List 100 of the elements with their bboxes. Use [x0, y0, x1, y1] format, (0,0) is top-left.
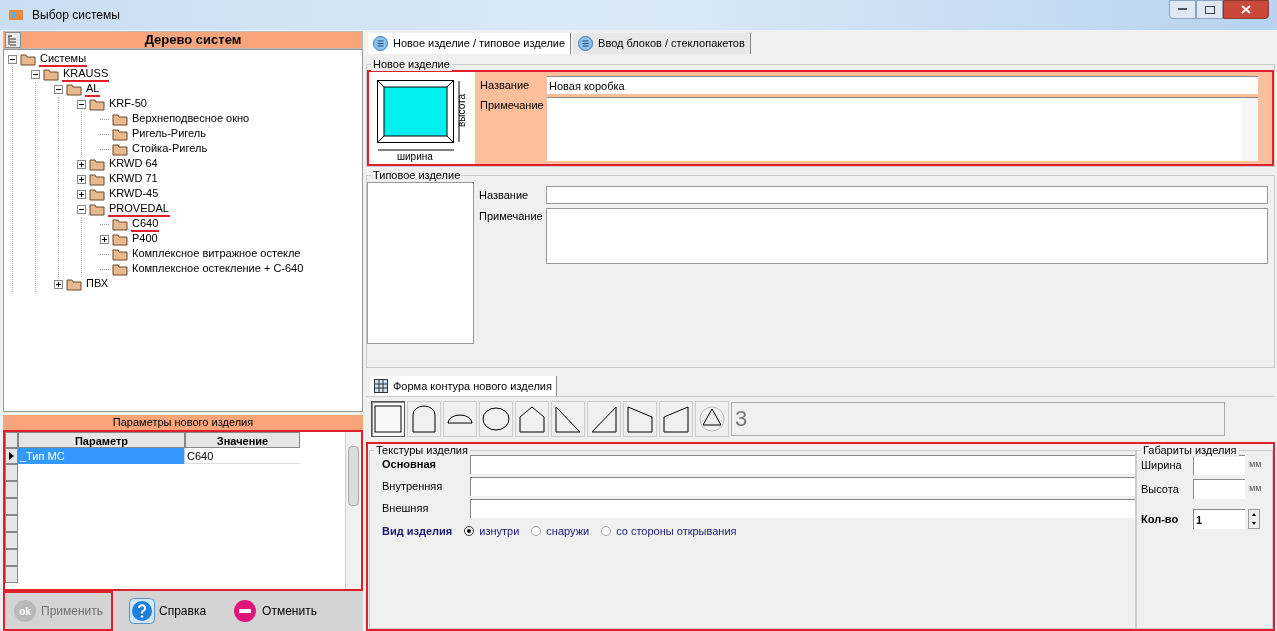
tree-settings-icon[interactable] — [5, 32, 21, 48]
row-header[interactable] — [5, 448, 18, 464]
field-label: Примечание — [479, 98, 545, 113]
folder-icon — [89, 173, 105, 186]
cancel-icon — [232, 598, 259, 624]
tree-item[interactable]: KRAUSS — [62, 67, 110, 82]
field-label: Название — [478, 187, 530, 203]
name-field[interactable] — [546, 186, 1268, 204]
field-label: Внешняя — [381, 501, 430, 517]
quantity-field[interactable]: 1 — [1193, 509, 1245, 529]
shape-icon — [554, 404, 582, 433]
spin-button[interactable] — [1248, 509, 1260, 529]
tree-item[interactable]: KRWD 64 — [108, 157, 159, 172]
dimension-field[interactable] — [1193, 455, 1245, 475]
shape-count-field[interactable]: 3 — [731, 401, 1225, 436]
tree-item[interactable]: PROVEDAL — [108, 202, 170, 217]
tree-item[interactable]: Ригель-Ригель — [131, 127, 207, 142]
expand-toggle[interactable] — [100, 235, 109, 244]
collapse-toggle[interactable] — [8, 55, 17, 64]
minus-icon — [78, 206, 85, 213]
expand-toggle[interactable] — [77, 175, 86, 184]
shape-button[interactable] — [371, 400, 405, 437]
minus-icon — [32, 71, 39, 78]
radio-button[interactable] — [601, 526, 612, 536]
shape-icon — [662, 404, 690, 433]
shape-icon — [374, 404, 402, 433]
radio-label[interactable]: изнутри — [479, 522, 520, 540]
unit-label: мм — [1249, 482, 1262, 496]
collapse-toggle[interactable] — [77, 205, 86, 214]
tree-item[interactable]: Комплексное витражное остекле — [131, 247, 302, 262]
tab[interactable]: Новое изделие / типовое изделие — [368, 33, 572, 54]
radio-button[interactable] — [464, 526, 475, 536]
field-label: Название — [479, 77, 531, 93]
collapse-toggle[interactable] — [31, 70, 40, 79]
texture-field[interactable] — [470, 455, 1135, 474]
tree-item[interactable]: Верхнеподвесное окно — [131, 112, 251, 127]
folder-icon — [89, 203, 105, 216]
scrollbar[interactable] — [345, 432, 361, 589]
scrollbar[interactable] — [1242, 98, 1258, 161]
tree-item[interactable]: Системы — [39, 52, 88, 67]
maximize-icon — [1204, 5, 1215, 14]
texture-field[interactable] — [470, 499, 1135, 518]
ok-icon: ok — [13, 599, 37, 623]
shape-icon — [626, 404, 654, 433]
folder-icon — [112, 233, 128, 246]
shape-icon — [482, 404, 510, 433]
list-icon — [578, 36, 594, 51]
radio-button[interactable] — [531, 526, 542, 536]
tree-item[interactable]: P400 — [131, 232, 159, 247]
collapse-toggle[interactable] — [54, 85, 63, 94]
tree-item[interactable]: KRWD-45 — [108, 187, 160, 202]
tree-item[interactable]: KRF-50 — [108, 97, 148, 112]
column-header[interactable]: Параметр — [18, 432, 185, 448]
collapse-toggle[interactable] — [77, 100, 86, 109]
tree-item[interactable]: ПВХ — [85, 277, 110, 292]
folder-icon — [89, 188, 105, 201]
field-label: Высота — [1141, 481, 1180, 497]
grid-icon — [374, 379, 388, 393]
tree-title: Дерево систем — [143, 31, 243, 50]
tab[interactable]: Ввод блоков / стеклопакетов — [573, 33, 751, 54]
action-button[interactable]: Отменить — [222, 591, 327, 631]
minus-icon — [55, 86, 62, 93]
expand-toggle[interactable] — [77, 160, 86, 169]
shape-icon — [698, 404, 726, 433]
folder-icon — [89, 98, 105, 111]
unit-label: мм — [1249, 458, 1262, 472]
tree-item[interactable]: KRWD 71 — [108, 172, 159, 187]
close-icon — [1241, 5, 1251, 14]
height-label: высота — [457, 94, 467, 127]
expand-toggle[interactable] — [77, 190, 86, 199]
radio-label[interactable]: снаружи — [546, 522, 590, 540]
minimize-button[interactable] — [1169, 0, 1196, 19]
folder-icon — [20, 53, 36, 66]
note-field[interactable] — [546, 208, 1268, 264]
dimension-field[interactable] — [1193, 479, 1245, 499]
tree-item[interactable]: AL — [85, 82, 101, 97]
corner-cell — [5, 432, 18, 448]
minimize-icon — [1178, 8, 1187, 11]
help-icon — [129, 598, 155, 624]
close-button[interactable] — [1223, 0, 1269, 19]
tree-item[interactable]: C640 — [131, 217, 160, 232]
folder-icon — [112, 128, 128, 141]
action-button[interactable]: Справка — [119, 591, 217, 631]
name-field[interactable]: Новая коробка — [547, 76, 1258, 94]
field-label: Ширина — [1141, 457, 1183, 473]
radio-label[interactable]: со стороны открывания — [616, 522, 737, 540]
view-label: Вид изделия — [382, 523, 453, 539]
plus-icon — [78, 161, 85, 168]
tree-item[interactable]: Комплексное остекление + С-640 — [131, 262, 305, 277]
maximize-button[interactable] — [1196, 0, 1223, 19]
expand-toggle[interactable] — [54, 280, 63, 289]
minus-icon — [78, 101, 85, 108]
column-header[interactable]: Значение — [185, 432, 300, 448]
table-cell[interactable]: C640 — [185, 448, 300, 464]
folder-icon — [66, 83, 82, 96]
texture-field[interactable] — [470, 477, 1135, 496]
note-field[interactable] — [547, 97, 1258, 161]
tree-item[interactable]: Стойка-Ригель — [131, 142, 209, 157]
plus-icon — [55, 281, 62, 288]
tab[interactable]: Форма контура нового изделия — [370, 376, 557, 396]
